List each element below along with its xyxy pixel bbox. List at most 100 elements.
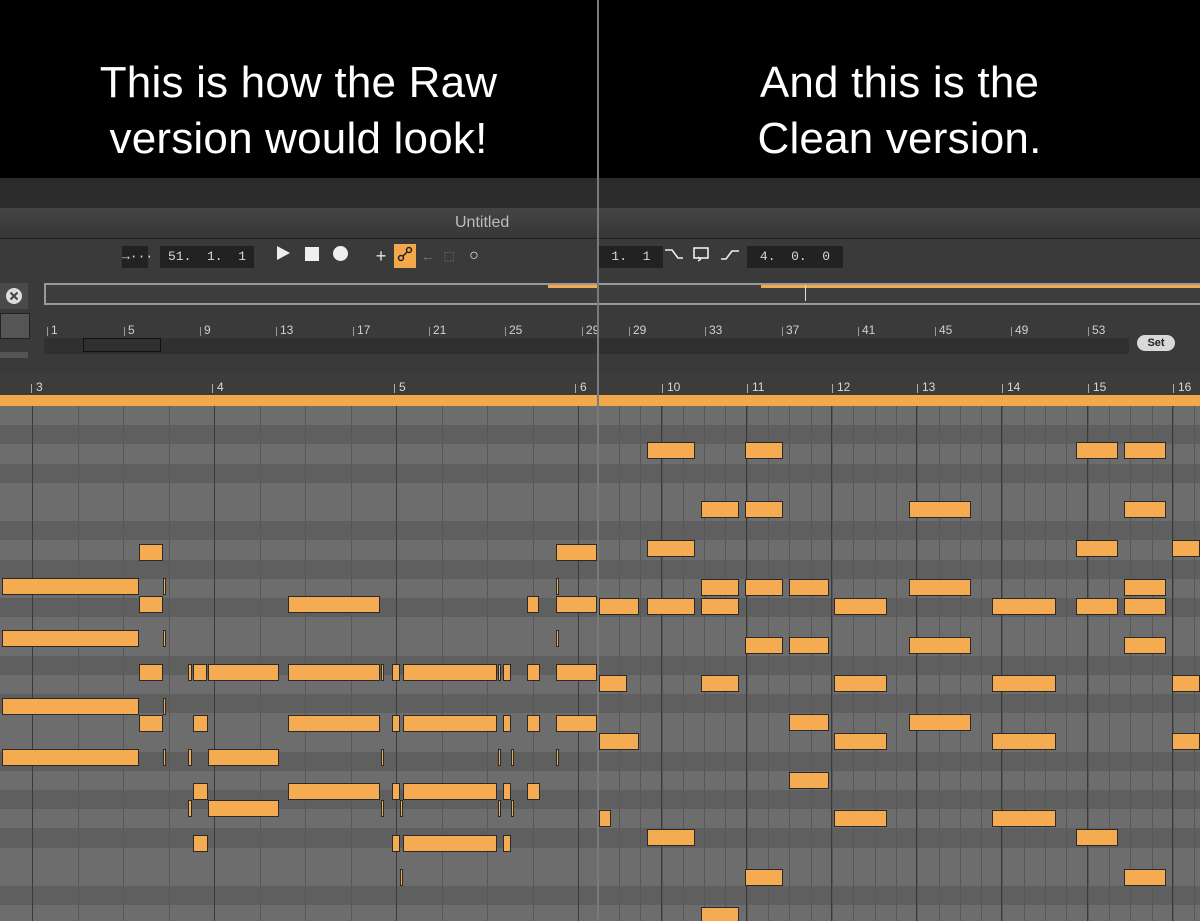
midi-note[interactable]	[599, 598, 639, 615]
midi-note[interactable]	[403, 835, 497, 852]
midi-note[interactable]	[208, 800, 279, 817]
midi-note[interactable]	[288, 596, 380, 613]
midi-note[interactable]	[403, 783, 497, 800]
midi-note[interactable]	[556, 630, 559, 647]
midi-note[interactable]	[556, 596, 597, 613]
midi-note[interactable]	[834, 733, 887, 750]
midi-note[interactable]	[745, 501, 783, 518]
midi-note[interactable]	[556, 749, 559, 766]
midi-note[interactable]	[400, 800, 403, 817]
midi-note[interactable]	[789, 772, 829, 789]
midi-note[interactable]	[527, 783, 540, 800]
midi-note[interactable]	[193, 715, 208, 732]
midi-note[interactable]	[909, 637, 971, 654]
midi-note[interactable]	[403, 664, 497, 681]
midi-note[interactable]	[1124, 598, 1166, 615]
midi-note[interactable]	[1124, 501, 1166, 518]
midi-note[interactable]	[834, 598, 887, 615]
midi-note[interactable]	[193, 783, 208, 800]
midi-note[interactable]	[381, 800, 384, 817]
midi-note[interactable]	[992, 675, 1056, 692]
loop-brace[interactable]	[599, 395, 1200, 406]
midi-note[interactable]	[400, 869, 403, 886]
midi-note[interactable]	[403, 715, 497, 732]
punch-out-icon[interactable]	[719, 244, 741, 268]
midi-note[interactable]	[1076, 442, 1118, 459]
beat-ruler[interactable]	[0, 373, 597, 395]
midi-note[interactable]	[701, 675, 739, 692]
midi-note[interactable]	[503, 783, 511, 800]
midi-note[interactable]	[527, 596, 539, 613]
midi-note[interactable]	[1124, 869, 1166, 886]
midi-note[interactable]	[992, 733, 1056, 750]
midi-note[interactable]	[599, 810, 611, 827]
midi-note[interactable]	[2, 749, 139, 766]
midi-note[interactable]	[992, 810, 1056, 827]
midi-note[interactable]	[288, 715, 380, 732]
note-editor-grid[interactable]	[0, 406, 597, 921]
record-icon[interactable]	[330, 244, 350, 268]
midi-note[interactable]	[2, 578, 139, 595]
midi-note[interactable]	[556, 578, 559, 595]
midi-note[interactable]	[599, 675, 627, 692]
set-locator-button[interactable]: Set	[1137, 335, 1175, 351]
midi-note[interactable]	[498, 800, 501, 817]
midi-note[interactable]	[909, 579, 971, 596]
midi-note[interactable]	[1124, 637, 1166, 654]
note-editor-grid[interactable]	[599, 406, 1200, 921]
arrangement-position-field[interactable]: 51. 1. 1	[160, 246, 254, 268]
side-button[interactable]	[0, 313, 30, 339]
midi-note[interactable]	[193, 664, 207, 681]
midi-note[interactable]	[163, 749, 166, 766]
midi-note[interactable]	[392, 835, 400, 852]
midi-note[interactable]	[647, 442, 695, 459]
midi-note[interactable]	[288, 664, 380, 681]
midi-note[interactable]	[188, 749, 192, 766]
stop-icon[interactable]	[302, 244, 322, 268]
midi-note[interactable]	[647, 829, 695, 846]
back-to-arrangement-icon[interactable]: ←	[420, 244, 436, 268]
session-record-icon[interactable]: ○	[464, 244, 484, 268]
midi-note[interactable]	[1172, 540, 1200, 557]
midi-note[interactable]	[1172, 675, 1200, 692]
midi-note[interactable]	[1076, 598, 1118, 615]
midi-note[interactable]	[1172, 733, 1200, 750]
close-icon[interactable]	[4, 286, 24, 306]
midi-note[interactable]	[745, 579, 783, 596]
midi-note[interactable]	[1076, 829, 1118, 846]
midi-note[interactable]	[701, 579, 739, 596]
midi-note[interactable]	[556, 664, 597, 681]
midi-note[interactable]	[139, 715, 163, 732]
midi-note[interactable]	[288, 783, 380, 800]
punch-in-icon[interactable]	[663, 244, 685, 268]
midi-note[interactable]	[193, 835, 208, 852]
midi-note[interactable]	[745, 637, 783, 654]
midi-note[interactable]	[909, 501, 971, 518]
capture-icon[interactable]: ⬚	[440, 244, 458, 268]
midi-note[interactable]	[527, 664, 540, 681]
midi-note[interactable]	[834, 675, 887, 692]
midi-note[interactable]	[647, 598, 695, 615]
overview-visible-range[interactable]	[83, 338, 161, 352]
loop-length-field[interactable]: 4. 0. 0	[747, 246, 843, 268]
follow-arrow-field[interactable]: →···	[122, 246, 153, 268]
loop-start-field[interactable]: 3. 1. . 1. 1	[599, 246, 663, 268]
midi-note[interactable]	[498, 749, 501, 766]
midi-note[interactable]	[745, 442, 783, 459]
midi-note[interactable]	[701, 907, 739, 921]
midi-note[interactable]	[647, 540, 695, 557]
midi-note[interactable]	[163, 578, 166, 595]
midi-note[interactable]	[163, 698, 166, 715]
midi-note[interactable]	[789, 714, 829, 731]
midi-note[interactable]	[909, 714, 971, 731]
midi-note[interactable]	[556, 715, 597, 732]
overdub-plus-icon[interactable]: +	[372, 244, 390, 268]
midi-note[interactable]	[599, 733, 639, 750]
midi-note[interactable]	[392, 715, 400, 732]
play-icon[interactable]	[272, 244, 294, 268]
beat-ruler[interactable]	[599, 373, 1200, 395]
midi-note[interactable]	[511, 800, 514, 817]
midi-note[interactable]	[2, 630, 139, 647]
midi-note[interactable]	[992, 598, 1056, 615]
midi-note[interactable]	[511, 749, 514, 766]
